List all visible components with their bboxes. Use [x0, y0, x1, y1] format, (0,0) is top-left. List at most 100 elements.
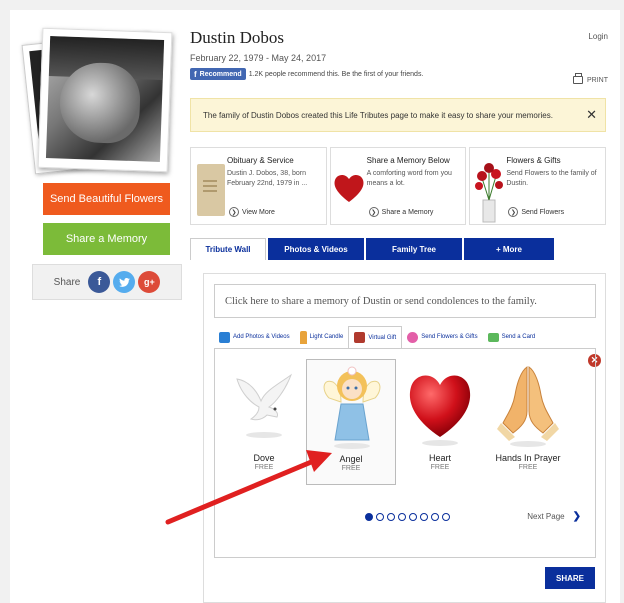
gift-name: Heart	[428, 453, 451, 463]
card-description: A comforting word from you means a lot.	[366, 170, 452, 187]
action-label: Send Flowers & Gifts	[421, 334, 478, 340]
light-candle-action[interactable]: Light Candle	[295, 326, 349, 348]
google-plus-icon[interactable]: g+	[138, 271, 161, 293]
life-dates: February 22, 1979 - May 24, 2017	[190, 53, 327, 63]
login-link[interactable]: Login	[588, 32, 608, 41]
page-dot[interactable]	[398, 513, 406, 521]
gift-price: FREE	[518, 464, 538, 471]
page-dot[interactable]	[431, 513, 439, 521]
card-share-memory[interactable]: Share a Memory Below A comforting word f…	[329, 147, 467, 225]
angel-icon	[323, 366, 381, 449]
tribute-wall-panel: Click here to share a memory of Dustin o…	[203, 273, 606, 603]
page: Send Beautiful Flowers Share a Memory Sh…	[10, 10, 620, 603]
virtual-gift-action[interactable]: Virtual Gift	[348, 326, 403, 348]
envelope-icon	[487, 332, 499, 342]
deceased-name: Dustin Dobos	[190, 28, 284, 47]
link-label: View More	[242, 208, 275, 216]
action-label: Virtual Gift	[368, 334, 397, 341]
profile-photo[interactable]	[37, 27, 173, 173]
info-cards: Obituary & Service Dustin J. Dobos, 38, …	[190, 147, 607, 225]
printer-icon	[573, 73, 583, 84]
recommend-label: Recommend	[199, 70, 242, 78]
flower-icon	[407, 331, 419, 343]
gift-name: Hands In Prayer	[495, 453, 561, 463]
heart-icon	[333, 154, 367, 216]
pagination-dots	[365, 513, 450, 521]
gift-price: FREE	[341, 465, 361, 472]
send-flowers-button[interactable]: Send Beautiful Flowers	[43, 183, 170, 215]
page-dot[interactable]	[442, 513, 450, 521]
card-flowers-gifts[interactable]: Flowers & Gifts Send Flowers to the fami…	[469, 147, 607, 225]
gift-hands-in-prayer[interactable]: Hands In Prayer FREE	[483, 359, 573, 485]
recommend-count-text: 1.2K people recommend this. Be the first…	[248, 70, 424, 78]
next-page-link[interactable]: Next Page ❯	[527, 511, 581, 522]
camera-icon	[219, 331, 230, 343]
tab-family-tree[interactable]: Family Tree	[366, 238, 462, 260]
gift-price: FREE	[430, 464, 450, 471]
share-memory-link[interactable]: ❯ Share a Memory	[368, 207, 434, 217]
family-notice-banner: The family of Dustin Dobos created this …	[190, 98, 606, 132]
gift-heart[interactable]: Heart FREE	[395, 359, 485, 485]
profile-photo-stack	[21, 27, 173, 178]
gift-name: Dove	[253, 453, 275, 463]
recommend-row: f Recommend 1.2K people recommend this. …	[190, 68, 423, 80]
chevron-right-icon: ❯	[572, 511, 581, 522]
post-actions: Add Photos & Videos Light Candle Virtual…	[214, 326, 596, 348]
send-card-action[interactable]: Send a Card	[483, 326, 541, 348]
arrow-right-icon: ❯	[368, 207, 379, 217]
gift-angel[interactable]: Angel FREE	[306, 359, 396, 485]
main-tabs: Tribute Wall Photos & Videos Family Tree…	[190, 238, 554, 260]
view-more-link[interactable]: ❯ View More	[229, 207, 275, 217]
page-dot[interactable]	[409, 513, 417, 521]
action-label: Send a Card	[501, 334, 536, 340]
card-title: Share a Memory Below	[366, 156, 450, 165]
print-button[interactable]: PRINT	[573, 73, 608, 84]
notice-text: The family of Dustin Dobos created this …	[203, 110, 553, 120]
close-icon[interactable]: ✕	[586, 107, 597, 123]
add-photos-videos-action[interactable]: Add Photos & Videos	[214, 326, 295, 348]
tab-tribute-wall[interactable]: Tribute Wall	[190, 238, 266, 260]
print-label: PRINT	[587, 76, 608, 84]
facebook-icon: f	[194, 69, 197, 79]
gift-dove[interactable]: Dove FREE	[219, 359, 309, 485]
candle-icon	[299, 330, 307, 344]
link-label: Send Flowers	[521, 208, 565, 216]
card-description: Send Flowers to the family of Dustin.	[506, 170, 597, 187]
facebook-icon[interactable]: f	[88, 271, 111, 293]
virtual-gifts-panel: Dove FREE Angel FREE Heart FREE Hands In…	[214, 348, 596, 558]
card-title: Obituary & Service	[227, 156, 294, 165]
share-memory-button[interactable]: Share a Memory	[43, 223, 170, 255]
link-label: Share a Memory	[381, 208, 434, 216]
send-flowers-link[interactable]: ❯ Send Flowers	[508, 207, 564, 217]
card-description: Dustin J. Dobos, 38, born February 22nd,…	[227, 170, 308, 187]
gift-price: FREE	[254, 464, 274, 471]
scroll-icon	[193, 154, 227, 216]
action-label: Light Candle	[309, 334, 344, 340]
tab-more[interactable]: + More	[464, 238, 554, 260]
arrow-right-icon: ❯	[508, 207, 519, 217]
page-dot[interactable]	[376, 513, 384, 521]
share-button[interactable]: SHARE	[545, 567, 595, 589]
gift-name: Angel	[339, 454, 363, 464]
next-page-label: Next Page	[527, 512, 565, 521]
dove-icon	[236, 373, 293, 438]
page-dot[interactable]	[420, 513, 428, 521]
twitter-icon[interactable]	[113, 271, 136, 293]
card-title: Flowers & Gifts	[506, 156, 561, 165]
share-label: Share	[53, 276, 81, 288]
gift-icon	[354, 332, 366, 343]
facebook-recommend-button[interactable]: f Recommend	[190, 68, 246, 80]
condolence-input[interactable]: Click here to share a memory of Dustin o…	[214, 284, 596, 318]
send-flowers-gifts-action[interactable]: Send Flowers & Gifts	[402, 326, 482, 348]
praying-hands-icon	[497, 366, 559, 447]
page-dot[interactable]	[365, 513, 373, 521]
heart-icon	[409, 375, 471, 446]
tab-photos-videos[interactable]: Photos & Videos	[268, 238, 364, 260]
arrow-right-icon: ❯	[229, 207, 239, 217]
card-obituary[interactable]: Obituary & Service Dustin J. Dobos, 38, …	[190, 147, 327, 225]
flowers-icon	[472, 154, 506, 223]
page-dot[interactable]	[387, 513, 395, 521]
portrait-image	[45, 36, 165, 162]
social-share-box: Share f g+	[32, 264, 182, 300]
action-label: Add Photos & Videos	[233, 334, 290, 340]
